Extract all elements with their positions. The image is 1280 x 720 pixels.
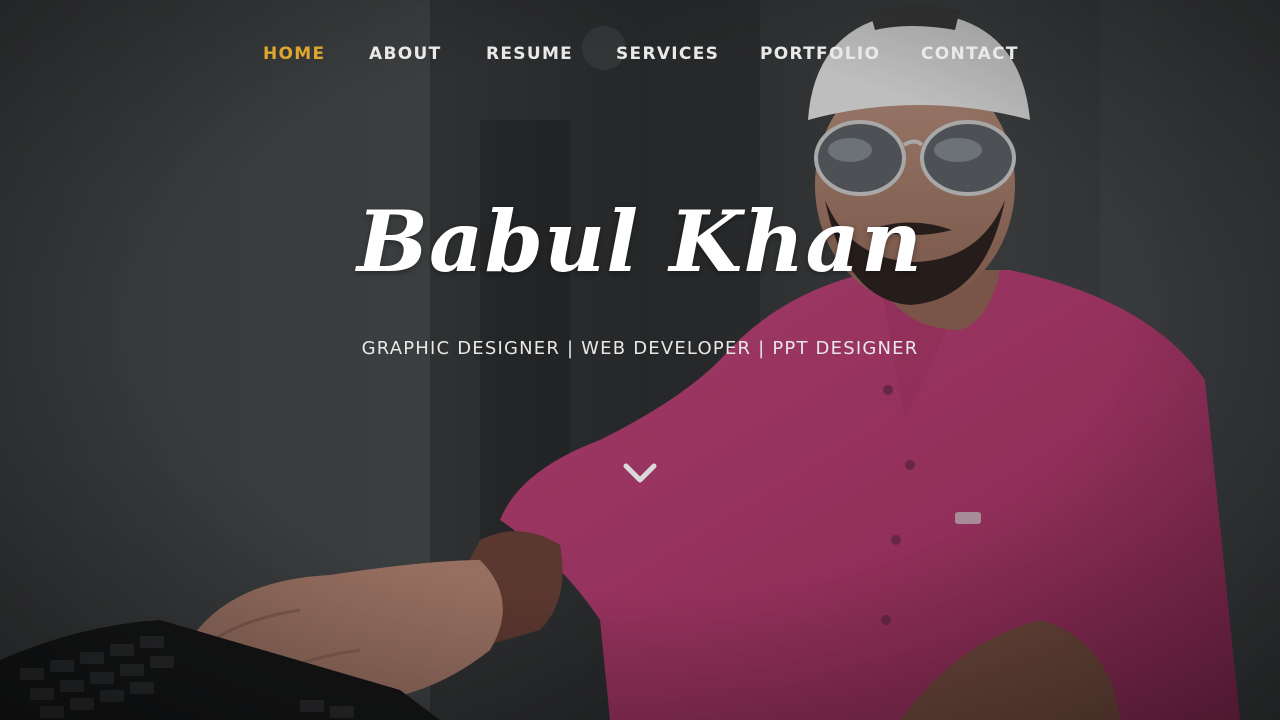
scroll-down-button[interactable] <box>620 458 660 490</box>
nav-item-resume[interactable]: RESUME <box>486 44 573 64</box>
chevron-down-icon <box>623 463 657 483</box>
nav-item-services[interactable]: SERVICES <box>616 44 719 64</box>
nav-item-portfolio[interactable]: PORTFOLIO <box>760 44 880 64</box>
nav-item-contact[interactable]: CONTACT <box>921 44 1019 64</box>
nav-item-home[interactable]: HOME <box>263 44 325 64</box>
dark-overlay <box>0 0 1280 720</box>
nav-item-about[interactable]: ABOUT <box>369 44 441 64</box>
hero-name-title: Babul Khan <box>357 192 923 291</box>
hero-subtitle: GRAPHIC DESIGNER | WEB DEVELOPER | PPT D… <box>361 338 919 359</box>
hero-section: HOME ABOUT RESUME SERVICES PORTFOLIO CON… <box>0 0 1280 720</box>
